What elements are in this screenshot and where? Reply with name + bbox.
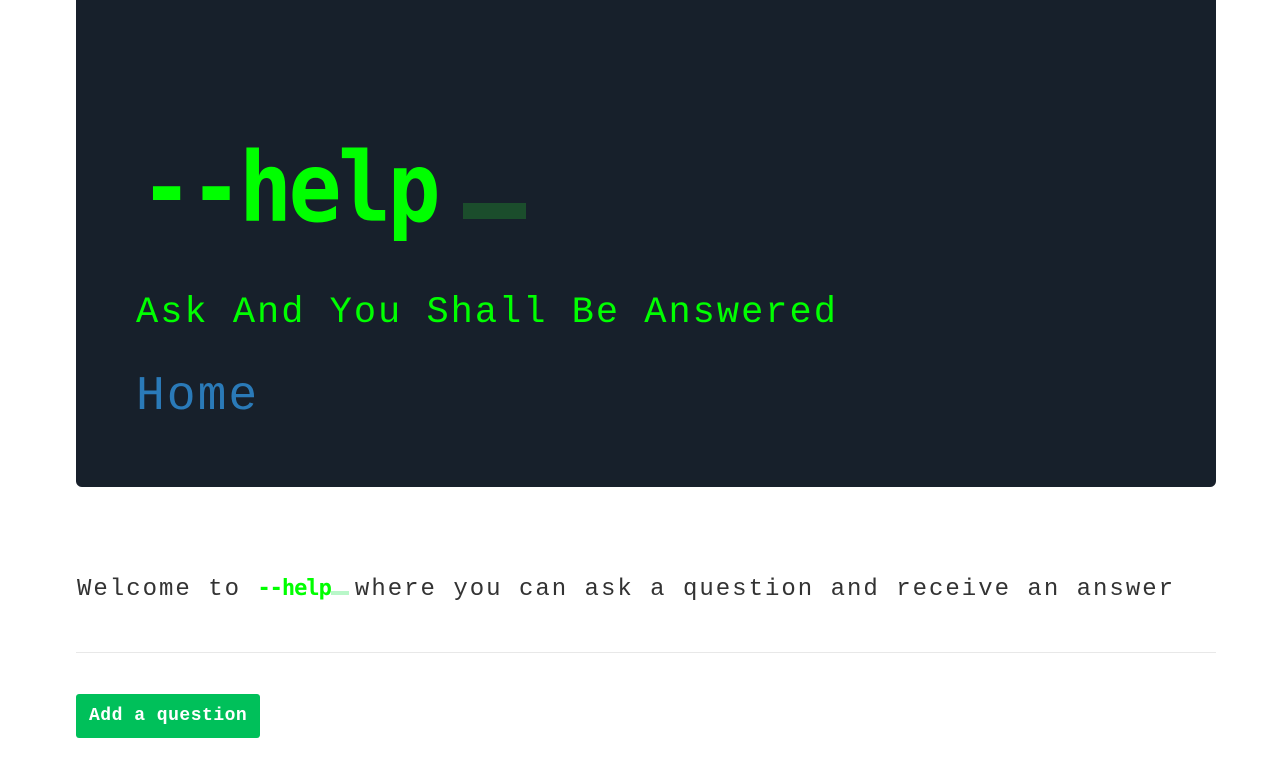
divider (76, 652, 1216, 653)
inline-brand-cursor (330, 591, 349, 595)
welcome-suffix: where you can ask a question and receive… (354, 576, 1176, 603)
add-question-button[interactable]: Add a question (76, 694, 261, 738)
welcome-message: Welcome to --help where you can ask a que… (77, 564, 1197, 614)
hero-banner: --help Ask And You Shall Be Answered Hom… (76, 0, 1216, 487)
welcome-prefix: Welcome to (77, 576, 242, 603)
logo-text: --help (140, 132, 441, 244)
logo-cursor (462, 203, 526, 219)
site-logo: --help (140, 140, 526, 236)
home-link[interactable]: Home (136, 370, 259, 424)
tagline: Ask And You Shall Be Answered (136, 292, 838, 334)
inline-brand-logo: --help (257, 576, 331, 601)
